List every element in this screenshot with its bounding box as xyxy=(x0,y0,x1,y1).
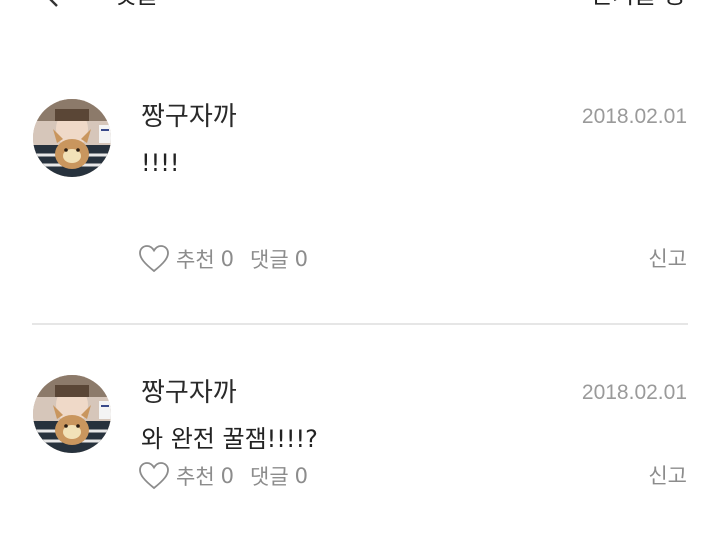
heart-icon xyxy=(138,461,170,491)
comment-item: 짱구자까 2018.02.01 !!!! 추천 0 댓글 0 신고 xyxy=(0,96,720,324)
comment-date: 2018.02.01 xyxy=(581,381,687,404)
back-button[interactable] xyxy=(38,0,68,12)
comment-actions: 추천 0 댓글 0 xyxy=(138,242,308,276)
avatar-image xyxy=(33,375,111,453)
back-arrow-icon xyxy=(49,0,58,7)
like-label: 추천 xyxy=(176,465,215,489)
like-button[interactable]: 추천 0 xyxy=(138,244,234,274)
reply-count: 0 xyxy=(294,247,309,271)
comment-text: 와 완전 꿀잼!!!!? xyxy=(141,425,318,453)
like-count: 0 xyxy=(220,247,235,271)
avatar[interactable] xyxy=(33,375,111,453)
header-action-button[interactable]: 인기글 등 xyxy=(590,0,686,12)
reply-label: 댓글 xyxy=(250,465,289,489)
comment-date: 2018.02.01 xyxy=(581,105,687,128)
comment-text: !!!! xyxy=(141,149,180,177)
comment-author[interactable]: 짱구자까 xyxy=(141,100,237,134)
page-title: 댓글 xyxy=(114,0,158,12)
report-button[interactable]: 신고 xyxy=(648,459,687,493)
report-button[interactable]: 신고 xyxy=(648,242,687,276)
comments-screen: 댓글 인기글 등 짱구자까 2018.02.01 xyxy=(0,0,720,540)
reply-count: 0 xyxy=(294,464,309,488)
comment-item: 짱구자까 2018.02.01 와 완전 꿀잼!!!!? 추천 0 댓글 0 신… xyxy=(0,372,720,540)
heart-icon xyxy=(138,244,170,274)
avatar[interactable] xyxy=(33,99,111,177)
reply-button[interactable]: 댓글 0 xyxy=(250,461,308,491)
divider xyxy=(32,323,688,325)
reply-label: 댓글 xyxy=(250,248,289,272)
reply-button[interactable]: 댓글 0 xyxy=(250,244,308,274)
like-count: 0 xyxy=(220,464,235,488)
like-button[interactable]: 추천 0 xyxy=(138,461,234,491)
top-bar: 댓글 인기글 등 xyxy=(0,0,720,12)
avatar-image xyxy=(33,99,111,177)
like-label: 추천 xyxy=(176,248,215,272)
comment-actions: 추천 0 댓글 0 xyxy=(138,459,308,493)
comment-author[interactable]: 짱구자까 xyxy=(141,376,237,410)
